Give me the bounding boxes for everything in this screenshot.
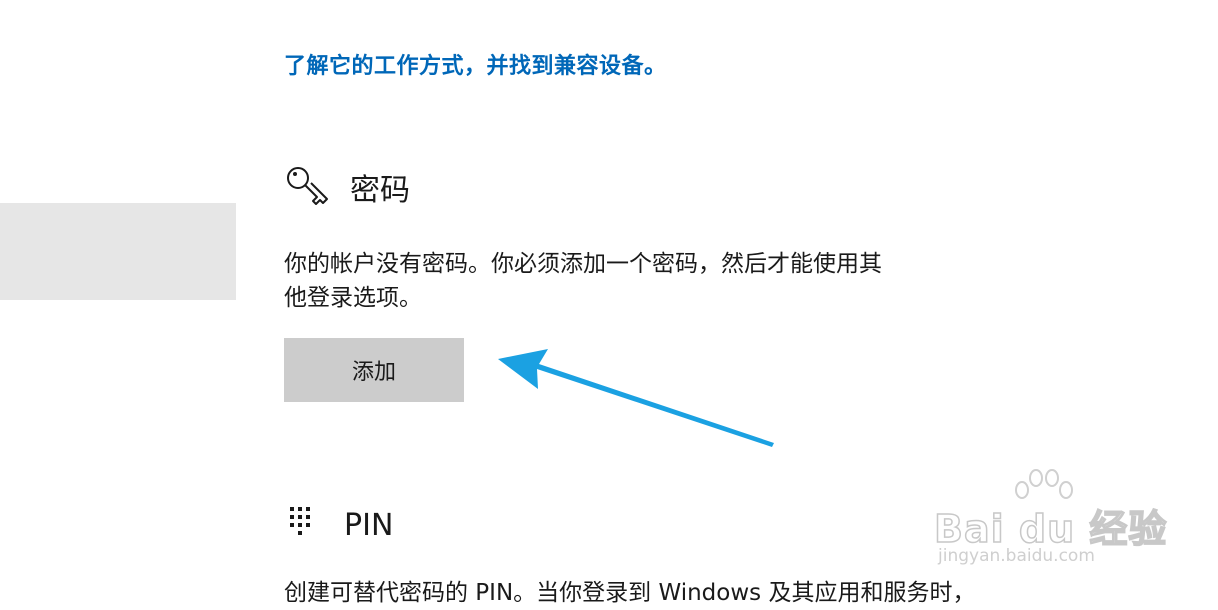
pin-description: 创建可替代密码的 PIN。当你登录到 Windows 及其应用和服务时， bbox=[284, 580, 976, 606]
annotation-arrow bbox=[498, 349, 774, 447]
keypad-icon bbox=[284, 503, 324, 547]
key-icon bbox=[284, 164, 330, 210]
pin-title: PIN bbox=[344, 507, 394, 543]
password-description: 你的帐户没有密码。你必须添加一个密码，然后才能使用其他登录选项。 bbox=[284, 251, 882, 311]
side-panel bbox=[0, 203, 236, 300]
baidu-watermark: Bai du 经验 jingyan.baidu.com bbox=[930, 468, 1167, 578]
watermark-brand: Bai du 经验 bbox=[933, 506, 1168, 552]
learn-more-link[interactable]: 了解它的工作方式，并找到兼容设备。 bbox=[284, 48, 667, 80]
pin-heading: PIN bbox=[284, 503, 393, 547]
password-title: 密码 bbox=[350, 173, 410, 208]
watermark-url: jingyan.baidu.com bbox=[938, 546, 1095, 566]
add-password-button[interactable]: 添加 bbox=[284, 338, 464, 402]
password-heading: 密码 bbox=[284, 164, 410, 210]
